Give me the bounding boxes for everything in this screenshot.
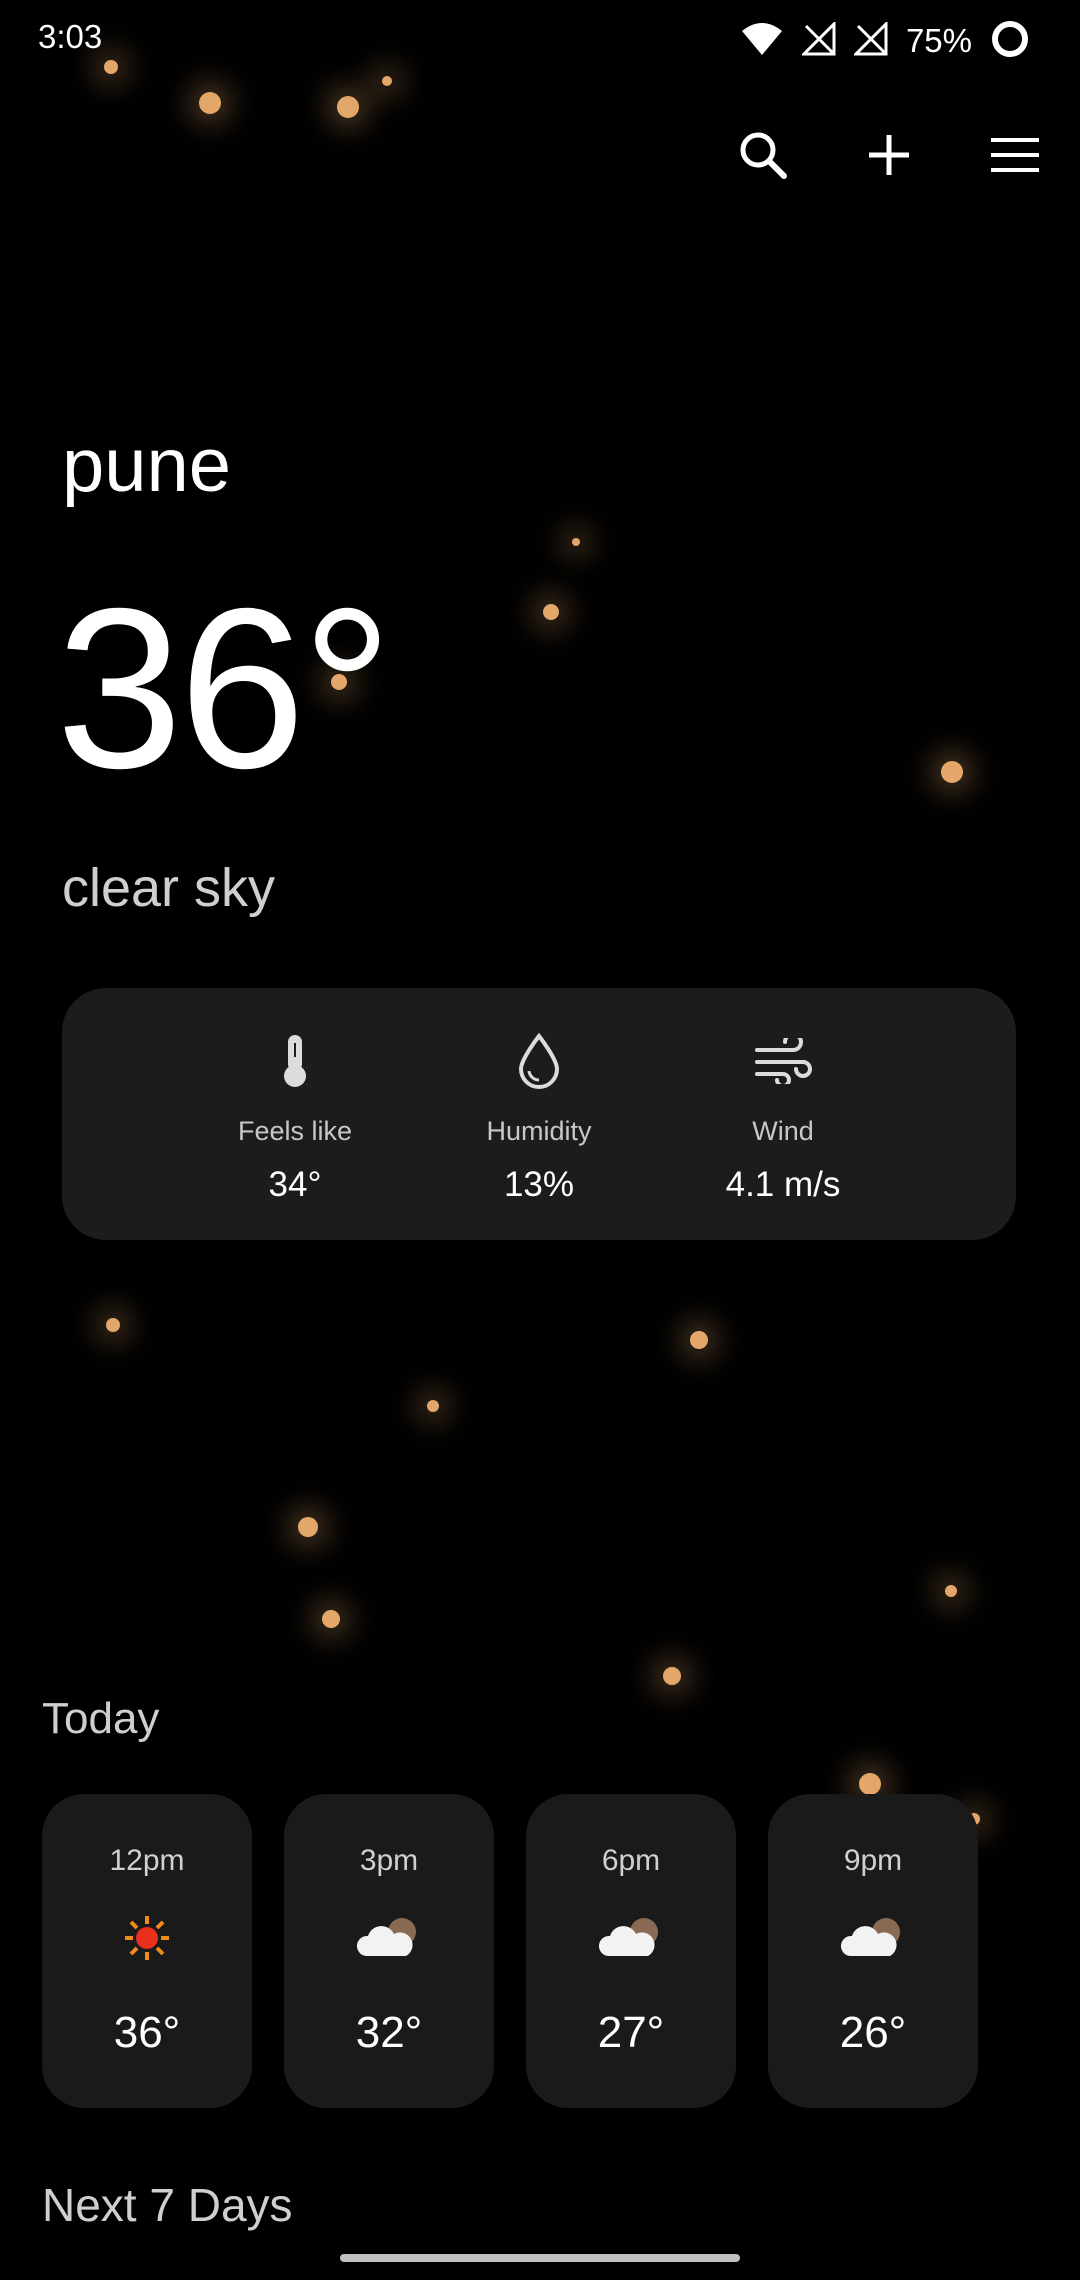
hamburger-menu-icon	[991, 138, 1039, 172]
search-button[interactable]	[728, 120, 798, 190]
weather-stats-card: Feels like 34° Humidity 13% Wind 4.1 m/s	[62, 988, 1016, 1240]
hour-time: 3pm	[359, 1844, 419, 1877]
add-location-button[interactable]	[854, 120, 924, 190]
cloud-night-icon	[768, 1908, 978, 1968]
sun-icon	[42, 1908, 252, 1968]
hour-temp: 32°	[355, 2008, 423, 2057]
hour-temp: 27°	[597, 2008, 665, 2057]
humidity-stat: Humidity 13%	[419, 1030, 659, 1205]
menu-button[interactable]	[980, 120, 1050, 190]
stat-value: 34°	[268, 1165, 322, 1204]
today-heading: Today	[42, 1694, 160, 1743]
top-actions	[728, 120, 1050, 190]
plus-icon	[869, 135, 909, 175]
status-icons: 75%	[740, 16, 1030, 66]
status-time: 3:03	[38, 18, 103, 55]
wifi-icon	[740, 21, 784, 62]
no-signal-icon	[800, 19, 836, 61]
stat-label: Wind	[752, 1116, 814, 1146]
thermometer-icon	[175, 1030, 415, 1092]
no-signal-icon	[852, 19, 888, 61]
hourly-forecast-card[interactable]: 3pm 32°	[284, 1794, 494, 2108]
hour-time: 12pm	[109, 1844, 185, 1877]
hourly-forecast-card[interactable]: 9pm 26°	[768, 1794, 978, 2108]
current-temperature: 36°	[56, 562, 393, 816]
cloud-night-icon	[284, 1908, 494, 1968]
hour-temp: 36°	[113, 2008, 181, 2057]
feels-like-stat: Feels like 34°	[175, 1030, 415, 1205]
droplet-icon	[419, 1030, 659, 1092]
hourly-forecast-card[interactable]: 12pm 36°	[42, 1794, 252, 2108]
city-name: pune	[62, 423, 232, 508]
wind-icon	[663, 1030, 903, 1092]
wind-stat: Wind 4.1 m/s	[663, 1030, 903, 1205]
stat-value: 4.1 m/s	[725, 1165, 841, 1204]
hour-time: 9pm	[843, 1844, 903, 1877]
hour-temp: 26°	[839, 2008, 907, 2057]
search-icon	[740, 132, 787, 179]
weather-condition: clear sky	[62, 858, 276, 918]
battery-ring-icon	[990, 19, 1030, 64]
stat-label: Humidity	[486, 1116, 592, 1146]
cloud-night-icon	[526, 1908, 736, 1968]
battery-percent: 75%	[905, 22, 972, 59]
next-7-days-heading: Next 7 Days	[42, 2179, 293, 2231]
stat-value: 13%	[503, 1165, 575, 1204]
hourly-forecast-card[interactable]: 6pm 27°	[526, 1794, 736, 2108]
stat-label: Feels like	[237, 1116, 353, 1146]
home-indicator[interactable]	[340, 2254, 740, 2262]
hour-time: 6pm	[601, 1844, 661, 1877]
